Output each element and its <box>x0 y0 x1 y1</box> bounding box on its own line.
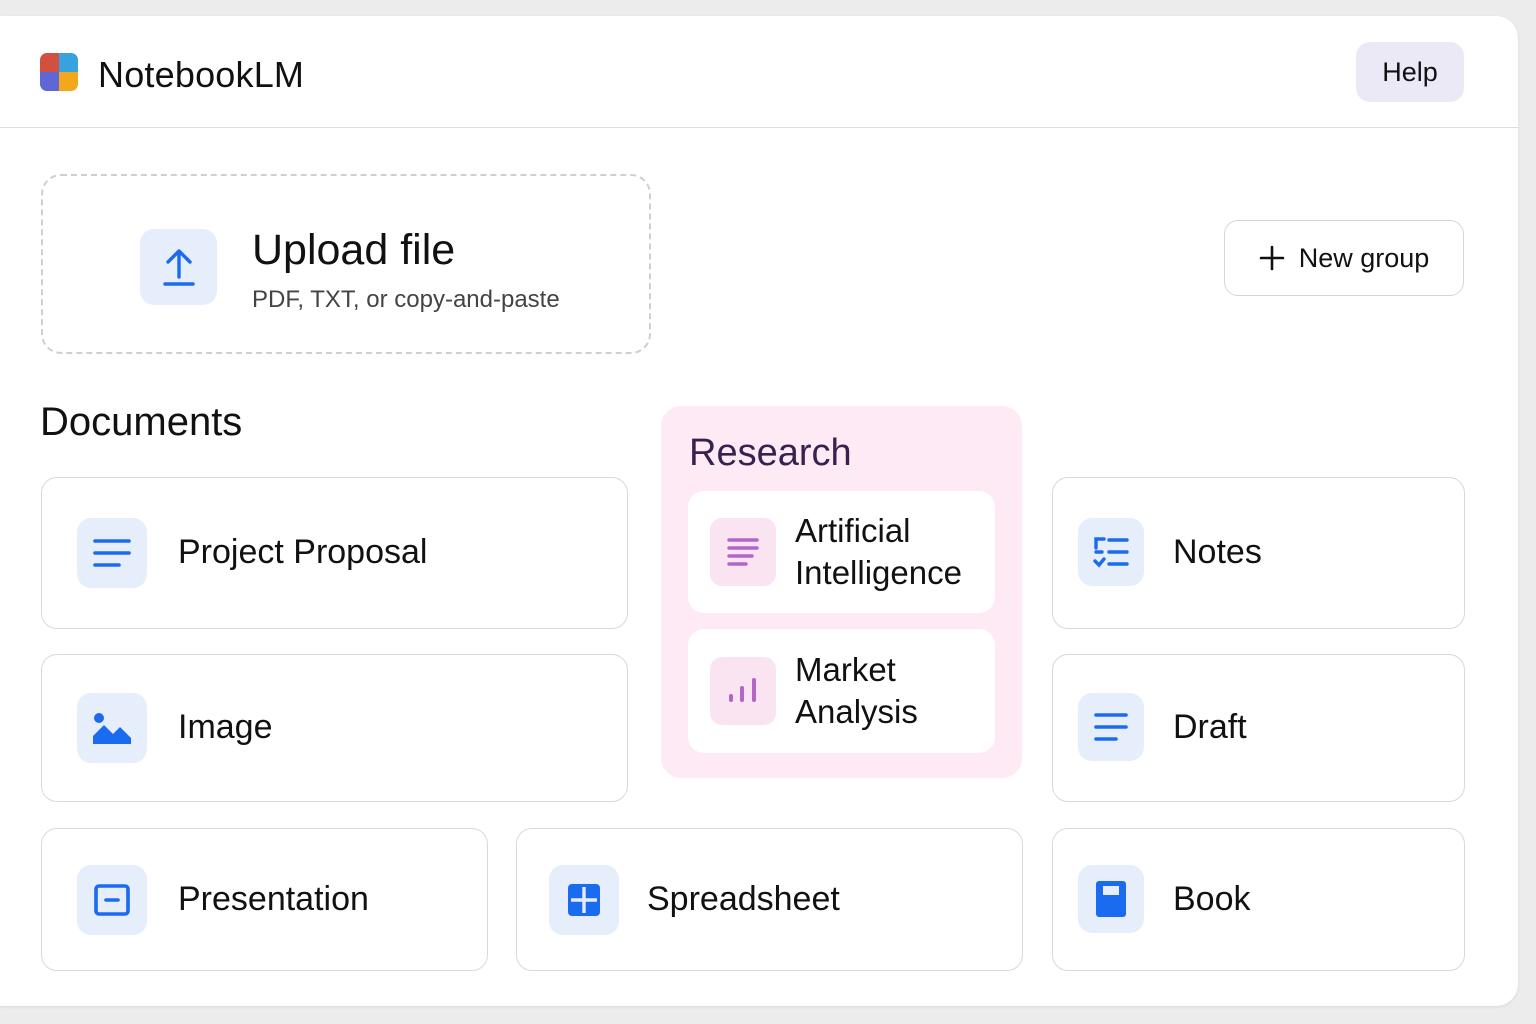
research-card-label: Artificial Intelligence <box>795 510 962 594</box>
research-group-title: Research <box>689 432 852 474</box>
doc-card-label: Image <box>178 708 273 746</box>
upload-subtitle: PDF, TXT, or copy-and-paste <box>252 286 560 313</box>
documents-heading: Documents <box>40 400 243 444</box>
top-bar: NotebookLM Help <box>0 16 1518 128</box>
doc-card-label: Book <box>1173 880 1251 918</box>
research-card-label-line: Analysis <box>795 693 918 730</box>
research-card-label-line: Market <box>795 651 896 688</box>
help-button[interactable]: Help <box>1356 42 1464 102</box>
book-icon <box>1078 865 1144 933</box>
new-group-button[interactable]: New group <box>1224 220 1464 296</box>
doc-card-notes[interactable]: Notes <box>1052 477 1465 629</box>
research-card-label-line: Artificial <box>795 512 911 549</box>
doc-card-label: Spreadsheet <box>647 880 840 918</box>
research-card-market-analysis[interactable]: Market Analysis <box>688 629 995 753</box>
doc-card-project-proposal[interactable]: Project Proposal <box>41 477 628 629</box>
doc-card-label: Notes <box>1173 533 1262 571</box>
checklist-icon <box>1078 518 1144 586</box>
doc-card-label: Project Proposal <box>178 533 428 571</box>
doc-card-label: Draft <box>1173 708 1247 746</box>
upload-title: Upload file <box>252 226 456 274</box>
new-group-label: New group <box>1298 242 1430 273</box>
bar-chart-icon <box>710 657 776 725</box>
plus-icon <box>1259 245 1285 271</box>
notebooklm-logo-icon <box>40 53 78 91</box>
upload-dropzone[interactable]: Upload file PDF, TXT, or copy-and-paste <box>41 174 651 354</box>
text-lines-icon <box>1078 693 1144 761</box>
upload-icon <box>140 229 217 305</box>
image-icon <box>77 693 147 763</box>
research-group[interactable]: Research Artificial Intelligence Market … <box>661 406 1022 778</box>
presentation-icon <box>77 865 147 935</box>
doc-card-image[interactable]: Image <box>41 654 628 802</box>
grid-icon <box>549 865 619 935</box>
app-title: NotebookLM <box>98 54 305 95</box>
research-card-label: Market Analysis <box>795 649 918 733</box>
doc-card-book[interactable]: Book <box>1052 828 1465 971</box>
doc-card-presentation[interactable]: Presentation <box>41 828 488 971</box>
doc-card-label: Presentation <box>178 880 369 918</box>
app-window: NotebookLM Help Upload file PDF, TXT, or… <box>0 16 1518 1006</box>
doc-card-draft[interactable]: Draft <box>1052 654 1465 802</box>
research-card-label-line: Intelligence <box>795 554 962 591</box>
text-lines-icon <box>710 518 776 586</box>
research-card-artificial-intelligence[interactable]: Artificial Intelligence <box>688 491 995 613</box>
text-lines-icon <box>77 518 147 588</box>
doc-card-spreadsheet[interactable]: Spreadsheet <box>516 828 1023 971</box>
